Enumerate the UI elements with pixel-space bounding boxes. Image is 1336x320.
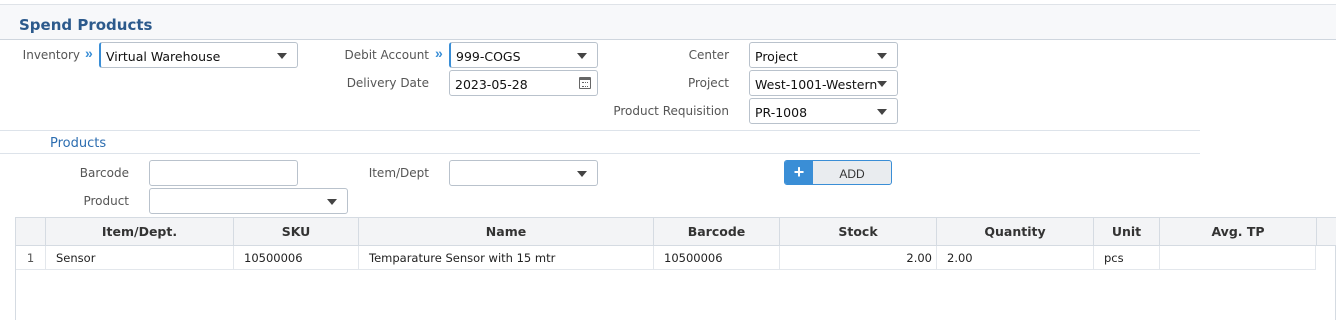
calendar-icon[interactable] bbox=[579, 77, 591, 89]
center-select[interactable]: Project bbox=[749, 42, 898, 68]
delivery-date-value: 2023-05-28 bbox=[455, 77, 528, 92]
caret-down-icon bbox=[877, 53, 887, 59]
column-header-name[interactable]: Name bbox=[359, 218, 654, 246]
inventory-select[interactable]: Virtual Warehouse bbox=[99, 42, 298, 68]
column-header-sku[interactable]: SKU bbox=[234, 218, 359, 246]
products-table: Item/Dept. SKU Name Barcode Stock Quanti… bbox=[15, 217, 1336, 320]
product-requisition-select[interactable]: PR-1008 bbox=[749, 98, 898, 124]
caret-down-icon bbox=[877, 109, 887, 115]
project-select[interactable]: West-1001-Western P bbox=[749, 70, 898, 96]
product-select[interactable] bbox=[149, 188, 348, 214]
center-value: Project bbox=[755, 49, 798, 64]
delivery-date-input[interactable]: 2023-05-28 bbox=[449, 70, 598, 96]
caret-down-icon bbox=[577, 53, 587, 59]
product-label: Product bbox=[83, 194, 129, 208]
project-value: West-1001-Western P bbox=[755, 77, 880, 92]
cell-name[interactable]: Temparature Sensor with 15 mtr bbox=[359, 246, 654, 270]
debit-account-label: Debit Account bbox=[344, 48, 429, 62]
item-dept-select[interactable] bbox=[449, 160, 598, 186]
column-header-barcode[interactable]: Barcode bbox=[654, 218, 780, 246]
cell-quantity[interactable]: 2.00 bbox=[937, 246, 1094, 270]
cell-stock[interactable]: 2.00 bbox=[780, 246, 937, 270]
section-divider bbox=[0, 153, 1200, 154]
double-chevron-right-icon: » bbox=[435, 45, 443, 61]
barcode-input[interactable] bbox=[149, 160, 298, 186]
column-header-item-dept[interactable]: Item/Dept. bbox=[46, 218, 234, 246]
column-header-stock[interactable]: Stock bbox=[780, 218, 937, 246]
caret-down-icon bbox=[327, 199, 337, 205]
add-button[interactable]: + ADD bbox=[784, 160, 892, 185]
section-divider bbox=[0, 130, 1200, 131]
item-dept-label: Item/Dept bbox=[368, 166, 429, 180]
products-section-title: Products bbox=[50, 136, 107, 151]
column-header-index bbox=[16, 218, 46, 246]
debit-account-value: 999-COGS bbox=[456, 49, 521, 64]
center-label: Center bbox=[688, 48, 729, 62]
column-header-avg-tp[interactable]: Avg. TP bbox=[1160, 218, 1317, 246]
caret-down-icon bbox=[877, 81, 887, 87]
row-index: 1 bbox=[16, 246, 46, 270]
page-title: Spend Products bbox=[19, 16, 153, 34]
cell-avg-tp[interactable] bbox=[1160, 246, 1316, 270]
column-header-quantity[interactable]: Quantity bbox=[937, 218, 1094, 246]
table-row[interactable]: 1 Sensor 10500006 Temparature Sensor wit… bbox=[16, 246, 1316, 270]
inventory-value: Virtual Warehouse bbox=[106, 49, 221, 64]
column-header-unit[interactable]: Unit bbox=[1094, 218, 1160, 246]
plus-icon: + bbox=[785, 161, 813, 184]
double-chevron-right-icon: » bbox=[85, 45, 93, 61]
project-label: Project bbox=[687, 76, 729, 90]
inventory-label: Inventory bbox=[22, 48, 80, 62]
debit-account-select[interactable]: 999-COGS bbox=[449, 42, 598, 68]
barcode-label: Barcode bbox=[79, 166, 129, 180]
caret-down-icon bbox=[577, 171, 587, 177]
add-button-label: ADD bbox=[839, 167, 865, 181]
page-header: Spend Products bbox=[0, 5, 1336, 40]
cell-barcode[interactable]: 10500006 bbox=[654, 246, 780, 270]
table-header: Item/Dept. SKU Name Barcode Stock Quanti… bbox=[16, 218, 1336, 246]
product-requisition-value: PR-1008 bbox=[755, 105, 808, 120]
cell-item-dept[interactable]: Sensor bbox=[46, 246, 234, 270]
product-requisition-label: Product Requisition bbox=[613, 104, 729, 118]
cell-sku[interactable]: 10500006 bbox=[234, 246, 359, 270]
delivery-date-label: Delivery Date bbox=[346, 76, 429, 90]
caret-down-icon bbox=[277, 53, 287, 59]
cell-unit[interactable]: pcs bbox=[1094, 246, 1160, 270]
